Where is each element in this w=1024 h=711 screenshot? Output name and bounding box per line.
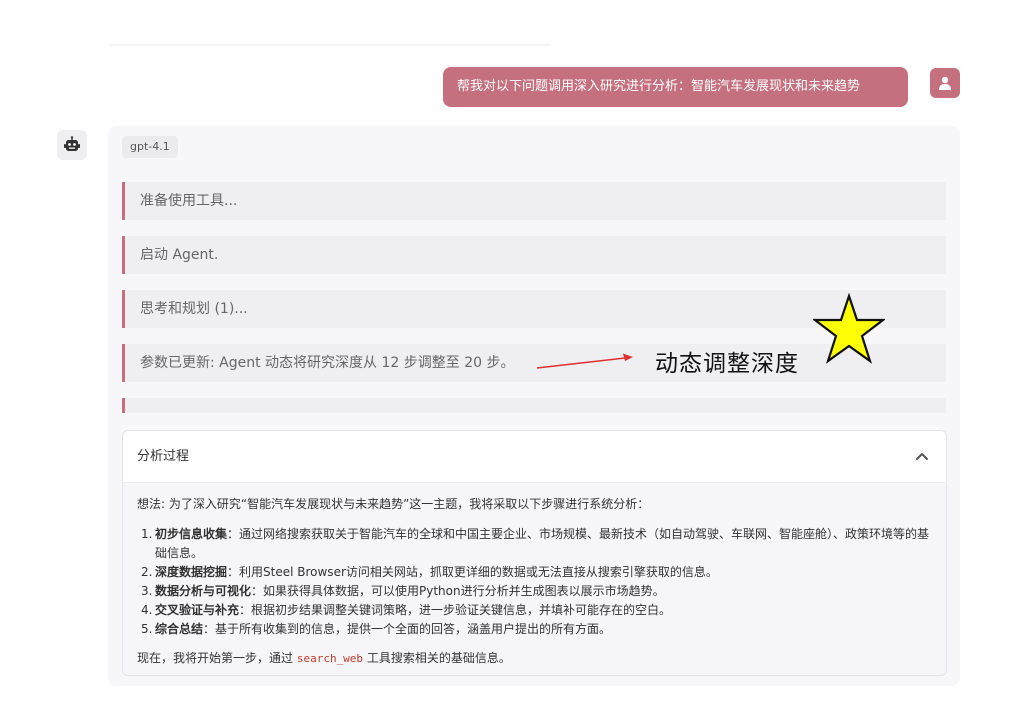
plan-list: 1. 初步信息收集：通过网络搜索获取关于智能汽车的全球和中国主要企业、市场规模、最…: [137, 525, 937, 639]
list-item: 1. 初步信息收集：通过网络搜索获取关于智能汽车的全球和中国主要企业、市场规模、最…: [141, 527, 930, 560]
list-item: 5. 综合总结：基于所有收集到的信息，提供一个全面的回答，涵盖用户提出的所有方面。: [141, 622, 612, 636]
progress-step: 准备使用工具...: [122, 182, 946, 220]
next-step-text: 现在，我将开始第一步，通过 search_web 工具搜索相关的基础信息。: [137, 651, 511, 665]
user-avatar: [930, 68, 960, 98]
chevron-up-icon[interactable]: [915, 451, 929, 461]
annotation-label: 动态调整深度: [655, 351, 799, 377]
progress-step: 启动 Agent.: [122, 236, 946, 274]
analysis-panel-title: 分析过程: [137, 449, 190, 464]
analysis-panel-header[interactable]: 分析过程: [123, 431, 946, 483]
list-item: 4. 交叉验证与补充：根据初步结果调整关键词策略，进一步验证关键信息，并填补可能存…: [141, 603, 672, 617]
divider: [110, 44, 550, 46]
annotation-arrow: [536, 353, 633, 369]
bot-avatar: [57, 130, 87, 160]
thought-text: 想法: 为了深入研究“智能汽车发展现状与未来趋势”这一主题，我将采取以下步骤进行…: [137, 497, 650, 511]
tool-name-code: search_web: [296, 652, 364, 665]
list-item: 3. 数据分析与可视化：如果获得具体数据，可以使用Python进行分析并生成图表以…: [141, 584, 665, 598]
analysis-content: 想法: 为了深入研究“智能汽车发展现状与未来趋势”这一主题，我将采取以下步骤进行…: [137, 495, 937, 668]
user-icon: [939, 76, 951, 90]
star-icon: [813, 293, 885, 364]
robot-icon: [64, 136, 80, 151]
progress-step: [122, 398, 946, 413]
analysis-panel: 分析过程 想法: 为了深入研究“智能汽车发展现状与未来趋势”这一主题，我将采取以…: [122, 430, 947, 676]
user-message: 帮我对以下问题调用深入研究进行分析：智能汽车发展现状和未来趋势: [443, 67, 908, 107]
model-badge: gpt-4.1: [122, 136, 178, 158]
list-item: 2. 深度数据挖掘：利用Steel Browser访问相关网站，抓取更详细的数据或…: [141, 565, 718, 579]
